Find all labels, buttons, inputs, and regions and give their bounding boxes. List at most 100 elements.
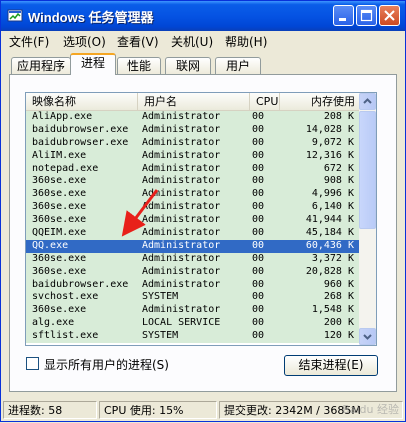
- process-memory: 908 K: [323, 175, 354, 187]
- process-user: Administrator: [142, 214, 221, 226]
- menu-options[interactable]: 选项(O): [63, 33, 106, 50]
- process-memory: 960 K: [323, 278, 354, 290]
- process-user: Administrator: [142, 111, 221, 122]
- tab-processes[interactable]: 进程: [70, 53, 116, 75]
- process-name: 360se.exe: [32, 304, 87, 316]
- show-all-users-checkbox[interactable]: [26, 357, 39, 370]
- process-name: svchost.exe: [32, 291, 99, 303]
- process-user: Administrator: [142, 239, 221, 251]
- table-row[interactable]: svchost.exe SYSTEM 00 268 K: [26, 291, 360, 305]
- process-name: sftlist.exe: [32, 330, 99, 342]
- process-memory: 14,028 K: [305, 123, 354, 135]
- table-row[interactable]: AliIM.exe Administrator 00 12,316 K: [26, 149, 360, 163]
- process-name: 360se.exe: [32, 188, 87, 200]
- baidu-watermark: Baidu 经验: [342, 403, 399, 416]
- table-row[interactable]: 360se.exe Administrator 00 908 K: [26, 175, 360, 189]
- column-user-name[interactable]: 用户名: [138, 93, 250, 110]
- process-name: QQ.exe: [32, 239, 69, 251]
- process-rows: AliApp.exe Administrator 00 208 Kbaidubrows…: [26, 111, 360, 344]
- process-name: 360se.exe: [32, 265, 87, 277]
- menu-shutdown[interactable]: 关机(U): [171, 33, 213, 50]
- close-button[interactable]: [379, 5, 400, 26]
- menu-file[interactable]: 文件(F): [9, 33, 49, 50]
- scroll-down-icon: [363, 334, 372, 340]
- process-user: Administrator: [142, 149, 221, 161]
- table-row[interactable]: 360se.exe Administrator 00 3,372 K: [26, 252, 360, 266]
- process-name: alg.exe: [32, 317, 75, 329]
- close-icon: [384, 10, 395, 21]
- process-name: 360se.exe: [32, 175, 87, 187]
- table-row[interactable]: notepad.exe Administrator 00 672 K: [26, 162, 360, 176]
- process-name: baidubrowser.exe: [32, 123, 129, 135]
- table-row[interactable]: QQ.exe Administrator 00 60,436 K: [26, 239, 360, 253]
- tab-performance[interactable]: 性能: [117, 57, 161, 75]
- minimize-icon: [339, 18, 346, 21]
- column-memory[interactable]: 内存使用: [280, 93, 360, 110]
- process-name: 360se.exe: [32, 201, 87, 213]
- end-process-button[interactable]: 结束进程(E): [284, 355, 378, 376]
- task-manager-icon: [7, 8, 23, 24]
- task-manager-window: Windows 任务管理器 文件(F) 选项(O) 查看(V) 关机(U) 帮助…: [0, 0, 406, 422]
- column-cpu[interactable]: CPU: [250, 93, 280, 110]
- process-memory: 9,072 K: [311, 136, 354, 148]
- process-name: AliApp.exe: [32, 111, 93, 122]
- process-user: Administrator: [142, 201, 221, 213]
- process-user: Administrator: [142, 136, 221, 148]
- table-row[interactable]: baidubrowser.exe Administrator 00 9,072 K: [26, 136, 360, 150]
- process-memory: 208 K: [323, 111, 354, 122]
- title-bar[interactable]: Windows 任务管理器: [1, 1, 405, 31]
- table-row[interactable]: QQEIM.exe Administrator 00 45,184 K: [26, 227, 360, 240]
- process-memory: 12,316 K: [305, 149, 354, 161]
- table-row[interactable]: baidubrowser.exe Administrator 00 960 K: [26, 278, 360, 292]
- table-row[interactable]: AliApp.exe Administrator 00 208 K: [26, 111, 360, 124]
- menu-view[interactable]: 查看(V): [117, 33, 159, 50]
- process-list[interactable]: 映像名称 用户名 CPU 内存使用 AliApp.exe Administrato…: [25, 92, 377, 346]
- scroll-thumb[interactable]: [359, 111, 376, 229]
- menu-help[interactable]: 帮助(H): [225, 33, 267, 50]
- process-memory: 200 K: [323, 317, 354, 329]
- process-user: Administrator: [142, 188, 221, 200]
- tab-applications[interactable]: 应用程序: [11, 57, 71, 75]
- process-memory: 1,548 K: [311, 304, 354, 316]
- process-name: 360se.exe: [32, 214, 87, 226]
- process-user: Administrator: [142, 227, 221, 239]
- table-row[interactable]: 360se.exe Administrator 00 41,944 K: [26, 214, 360, 228]
- scroll-up-icon: [363, 98, 372, 104]
- process-name: baidubrowser.exe: [32, 136, 129, 148]
- minimize-button[interactable]: [333, 5, 354, 26]
- process-memory: 120 K: [323, 330, 354, 342]
- process-user: Administrator: [142, 265, 221, 277]
- status-process-count: 进程数: 58: [3, 401, 97, 419]
- window-title: Windows 任务管理器: [28, 10, 154, 25]
- process-memory: 268 K: [323, 291, 354, 303]
- tab-networking[interactable]: 联网: [165, 57, 211, 75]
- tab-users[interactable]: 用户: [215, 57, 261, 75]
- scroll-up-button[interactable]: [359, 93, 376, 110]
- scroll-down-button[interactable]: [359, 328, 376, 345]
- process-memory: 41,944 K: [305, 214, 354, 226]
- table-row[interactable]: alg.exe LOCAL SERVICE 00 200 K: [26, 317, 360, 331]
- process-name: baidubrowser.exe: [32, 278, 129, 290]
- process-memory: 45,184 K: [305, 227, 354, 239]
- table-row[interactable]: 360se.exe Administrator 00 4,996 K: [26, 188, 360, 202]
- process-user: Administrator: [142, 304, 221, 316]
- table-row[interactable]: 360se.exe Administrator 00 6,140 K: [26, 201, 360, 215]
- table-row[interactable]: baidubrowser.exe Administrator 00 14,028 K: [26, 123, 360, 137]
- process-user: Administrator: [142, 175, 221, 187]
- process-name: 360se.exe: [32, 252, 87, 264]
- vertical-scrollbar[interactable]: [359, 93, 376, 345]
- table-row[interactable]: sftlist.exe SYSTEM 00 120 K: [26, 330, 360, 344]
- table-row[interactable]: 360se.exe Administrator 00 20,828 K: [26, 265, 360, 279]
- maximize-icon: [360, 9, 373, 22]
- maximize-button[interactable]: [356, 5, 377, 26]
- process-user: LOCAL SERVICE: [142, 317, 221, 329]
- process-user: Administrator: [142, 123, 221, 135]
- process-memory: 4,996 K: [311, 188, 354, 200]
- process-memory: 6,140 K: [311, 201, 354, 213]
- column-image-name[interactable]: 映像名称: [26, 93, 138, 110]
- process-name: QQEIM.exe: [32, 227, 87, 239]
- process-name: AliIM.exe: [32, 149, 87, 161]
- process-user: Administrator: [142, 278, 221, 290]
- table-row[interactable]: 360se.exe Administrator 00 1,548 K: [26, 304, 360, 318]
- process-memory: 20,828 K: [305, 265, 354, 277]
